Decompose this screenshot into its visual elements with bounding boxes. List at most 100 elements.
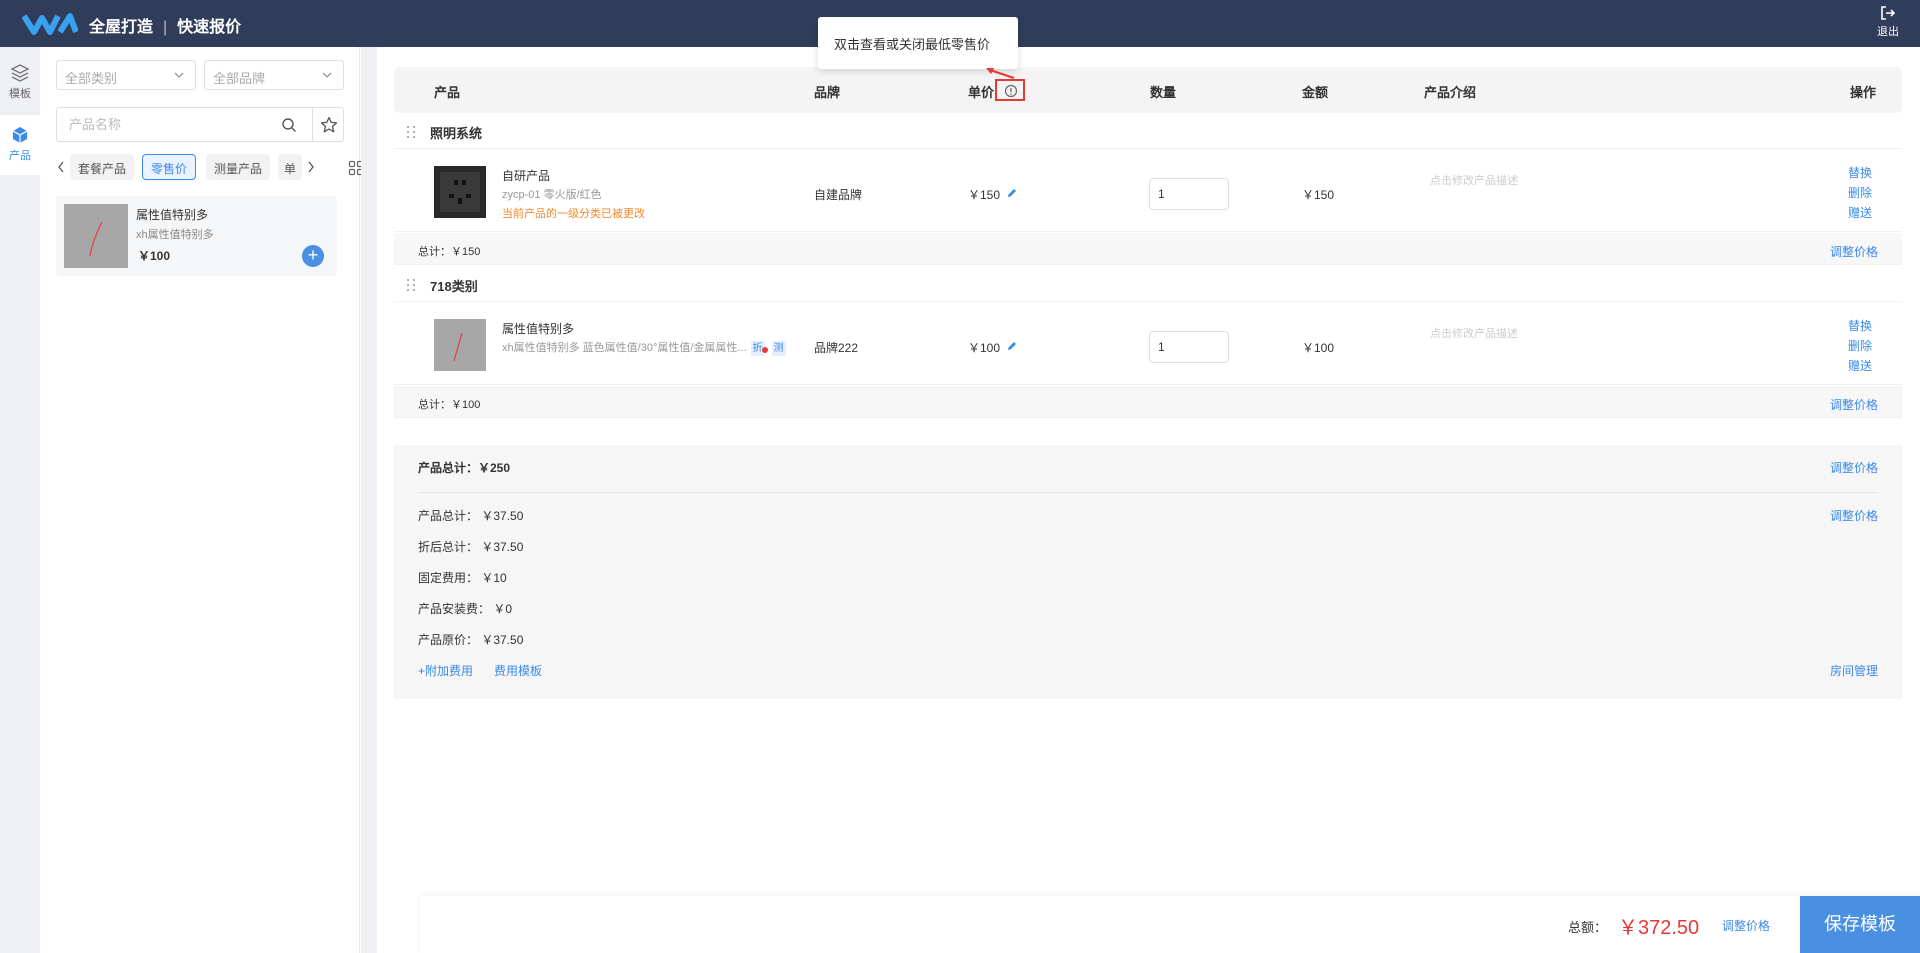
chevron-left-icon[interactable] [56, 160, 66, 174]
price-info-button[interactable] [995, 79, 1025, 101]
gift-link[interactable]: 赠送 [1848, 357, 1872, 374]
search-input[interactable] [57, 108, 289, 141]
header-brand: 品牌 [814, 85, 841, 100]
product-card-name: 属性值特别多 [136, 208, 209, 222]
quantity-input[interactable] [1149, 178, 1229, 210]
group-header: 718类别 [394, 266, 1902, 302]
arrow-icon [986, 68, 1015, 79]
search-divider [312, 108, 313, 141]
rail-item-templates[interactable]: 模板 [0, 53, 40, 113]
adjust-price-link[interactable]: 调整价格 [1830, 459, 1878, 476]
summary-item: 产品原价： ￥37.50 [418, 633, 524, 647]
summary-item: 产品安装费： ￥0 [418, 602, 513, 616]
product-thumbnail [64, 204, 128, 268]
info-icon [1004, 84, 1018, 98]
group-title: 718类别 [430, 279, 478, 294]
total-value: ￥372.50 [1618, 917, 1700, 939]
quantity-input[interactable] [1149, 331, 1229, 363]
group-title: 照明系统 [430, 126, 483, 141]
header-amount: 金额 [1302, 85, 1329, 100]
table-header: 产品 品牌 单价 数量 金额 产品介绍 操作 [394, 67, 1902, 113]
search-box [56, 107, 344, 142]
chevron-right-icon[interactable] [306, 160, 316, 174]
table-row: 自研产品 zycp-01 零火版/红色 当前产品的一级分类已被更改 自建品牌 ￥… [394, 154, 1902, 232]
summary-item: 固定费用： ￥10 [418, 571, 507, 585]
header-actions: 操作 [1850, 85, 1877, 100]
edit-icon[interactable] [1006, 187, 1018, 199]
drag-handle-icon[interactable] [406, 278, 416, 292]
replace-link[interactable]: 替换 [1848, 164, 1872, 181]
add-fee-link[interactable]: +附加费用 [418, 662, 473, 679]
tab-single[interactable]: 单 [278, 154, 302, 180]
star-icon[interactable] [320, 116, 338, 134]
logout-label: 退出 [1877, 26, 1899, 38]
gift-link[interactable]: 赠送 [1848, 204, 1872, 221]
brand-select[interactable]: 全部品牌 [204, 60, 344, 90]
group-subtotal: 总计：￥150 调整价格 [394, 233, 1902, 265]
product-panel: 全部类别 全部品牌 套餐产品 零售价 测量产品 单 属性值特别多 xh属性值特别… [40, 47, 364, 953]
row-product-warning: 当前产品的一级分类已被更改 [502, 208, 645, 220]
measure-tag: 测 [771, 341, 786, 356]
room-manage-link[interactable]: 房间管理 [1830, 662, 1878, 679]
summary-panel: 产品总计：￥250 调整价格 产品总计： ￥37.50 调整价格 折后总计： ￥… [394, 445, 1902, 699]
summary-item: 产品总计： ￥37.50 [418, 509, 524, 523]
app-name: 全屋打造 [89, 19, 154, 36]
adjust-price-link[interactable]: 调整价格 [1830, 243, 1878, 260]
summary-divider [418, 492, 1878, 493]
product-card-price: ￥100 [138, 249, 171, 263]
group-header: 照明系统 [394, 113, 1902, 149]
row-product-spec-line: xh属性值特别多 蓝色属性值/30°属性值/金属属性... 折测 [502, 339, 786, 356]
adjust-price-link[interactable]: 调整价格 [1830, 396, 1878, 413]
category-select[interactable]: 全部类别 [56, 60, 196, 90]
rail-label: 产品 [9, 150, 31, 162]
save-template-button[interactable]: 保存模板 [1800, 896, 1920, 953]
row-brand: 品牌222 [814, 341, 859, 355]
product-image [434, 166, 486, 218]
row-description[interactable]: 点击修改产品描述 [1430, 325, 1518, 341]
layers-icon [10, 64, 30, 82]
tab-measure-products[interactable]: 测量产品 [206, 154, 271, 180]
rail-item-products[interactable]: 产品 [0, 115, 40, 175]
left-rail: 模板 产品 [0, 47, 40, 953]
delete-link[interactable]: 删除 [1848, 184, 1872, 201]
row-product-spec: xh属性值特别多 蓝色属性值/30°属性值/金属属性... [502, 342, 747, 354]
logout-button[interactable]: 退出 [1870, 6, 1906, 39]
row-price: ￥100 [968, 341, 1001, 355]
subtotal-label: 总计：￥100 [418, 399, 481, 411]
search-icon[interactable] [281, 117, 297, 133]
logo [22, 13, 78, 35]
product-card[interactable]: 属性值特别多 xh属性值特别多 ￥100 + [56, 196, 337, 276]
product-tabs: 套餐产品 零售价 测量产品 单 [56, 154, 356, 182]
tab-package-products[interactable]: 套餐产品 [70, 154, 135, 180]
delete-link[interactable]: 删除 [1848, 337, 1872, 354]
box-icon [12, 127, 28, 143]
adjust-price-link[interactable]: 调整价格 [1722, 917, 1770, 934]
page-title: 快速报价 [177, 19, 242, 36]
category-select-value: 全部类别 [65, 71, 118, 86]
table-row: 属性值特别多 xh属性值特别多 蓝色属性值/30°属性值/金属属性... 折测 品… [394, 307, 1902, 385]
price-tooltip: 双击查看或关闭最低零售价 [818, 17, 1018, 69]
row-product-name: 属性值特别多 [502, 322, 575, 336]
row-price: ￥150 [968, 188, 1001, 202]
row-description[interactable]: 点击修改产品描述 [1430, 172, 1518, 188]
edit-icon[interactable] [1006, 340, 1018, 352]
brand: 全屋打造 | 快速报价 [89, 19, 242, 36]
logout-icon [1881, 6, 1895, 20]
summary-product-total: 产品总计：￥250 [418, 461, 511, 475]
row-product-name: 自研产品 [502, 169, 551, 183]
add-product-button[interactable]: + [302, 245, 324, 267]
replace-link[interactable]: 替换 [1848, 317, 1872, 334]
header-quantity: 数量 [1150, 85, 1177, 100]
total-label: 总额： [1568, 920, 1608, 935]
group-subtotal: 总计：￥100 调整价格 [394, 386, 1902, 418]
drag-handle-icon[interactable] [406, 125, 416, 139]
fee-template-link[interactable]: 费用模板 [494, 662, 542, 679]
row-product-spec: zycp-01 零火版/红色 [502, 189, 602, 201]
adjust-price-link[interactable]: 调整价格 [1830, 507, 1878, 524]
brand-select-value: 全部品牌 [213, 71, 266, 86]
badge-dot [761, 347, 768, 353]
header-description: 产品介绍 [1424, 85, 1477, 100]
row-amount: ￥100 [1302, 341, 1335, 355]
tab-retail-price[interactable]: 零售价 [142, 154, 197, 180]
header-product: 产品 [434, 85, 461, 100]
